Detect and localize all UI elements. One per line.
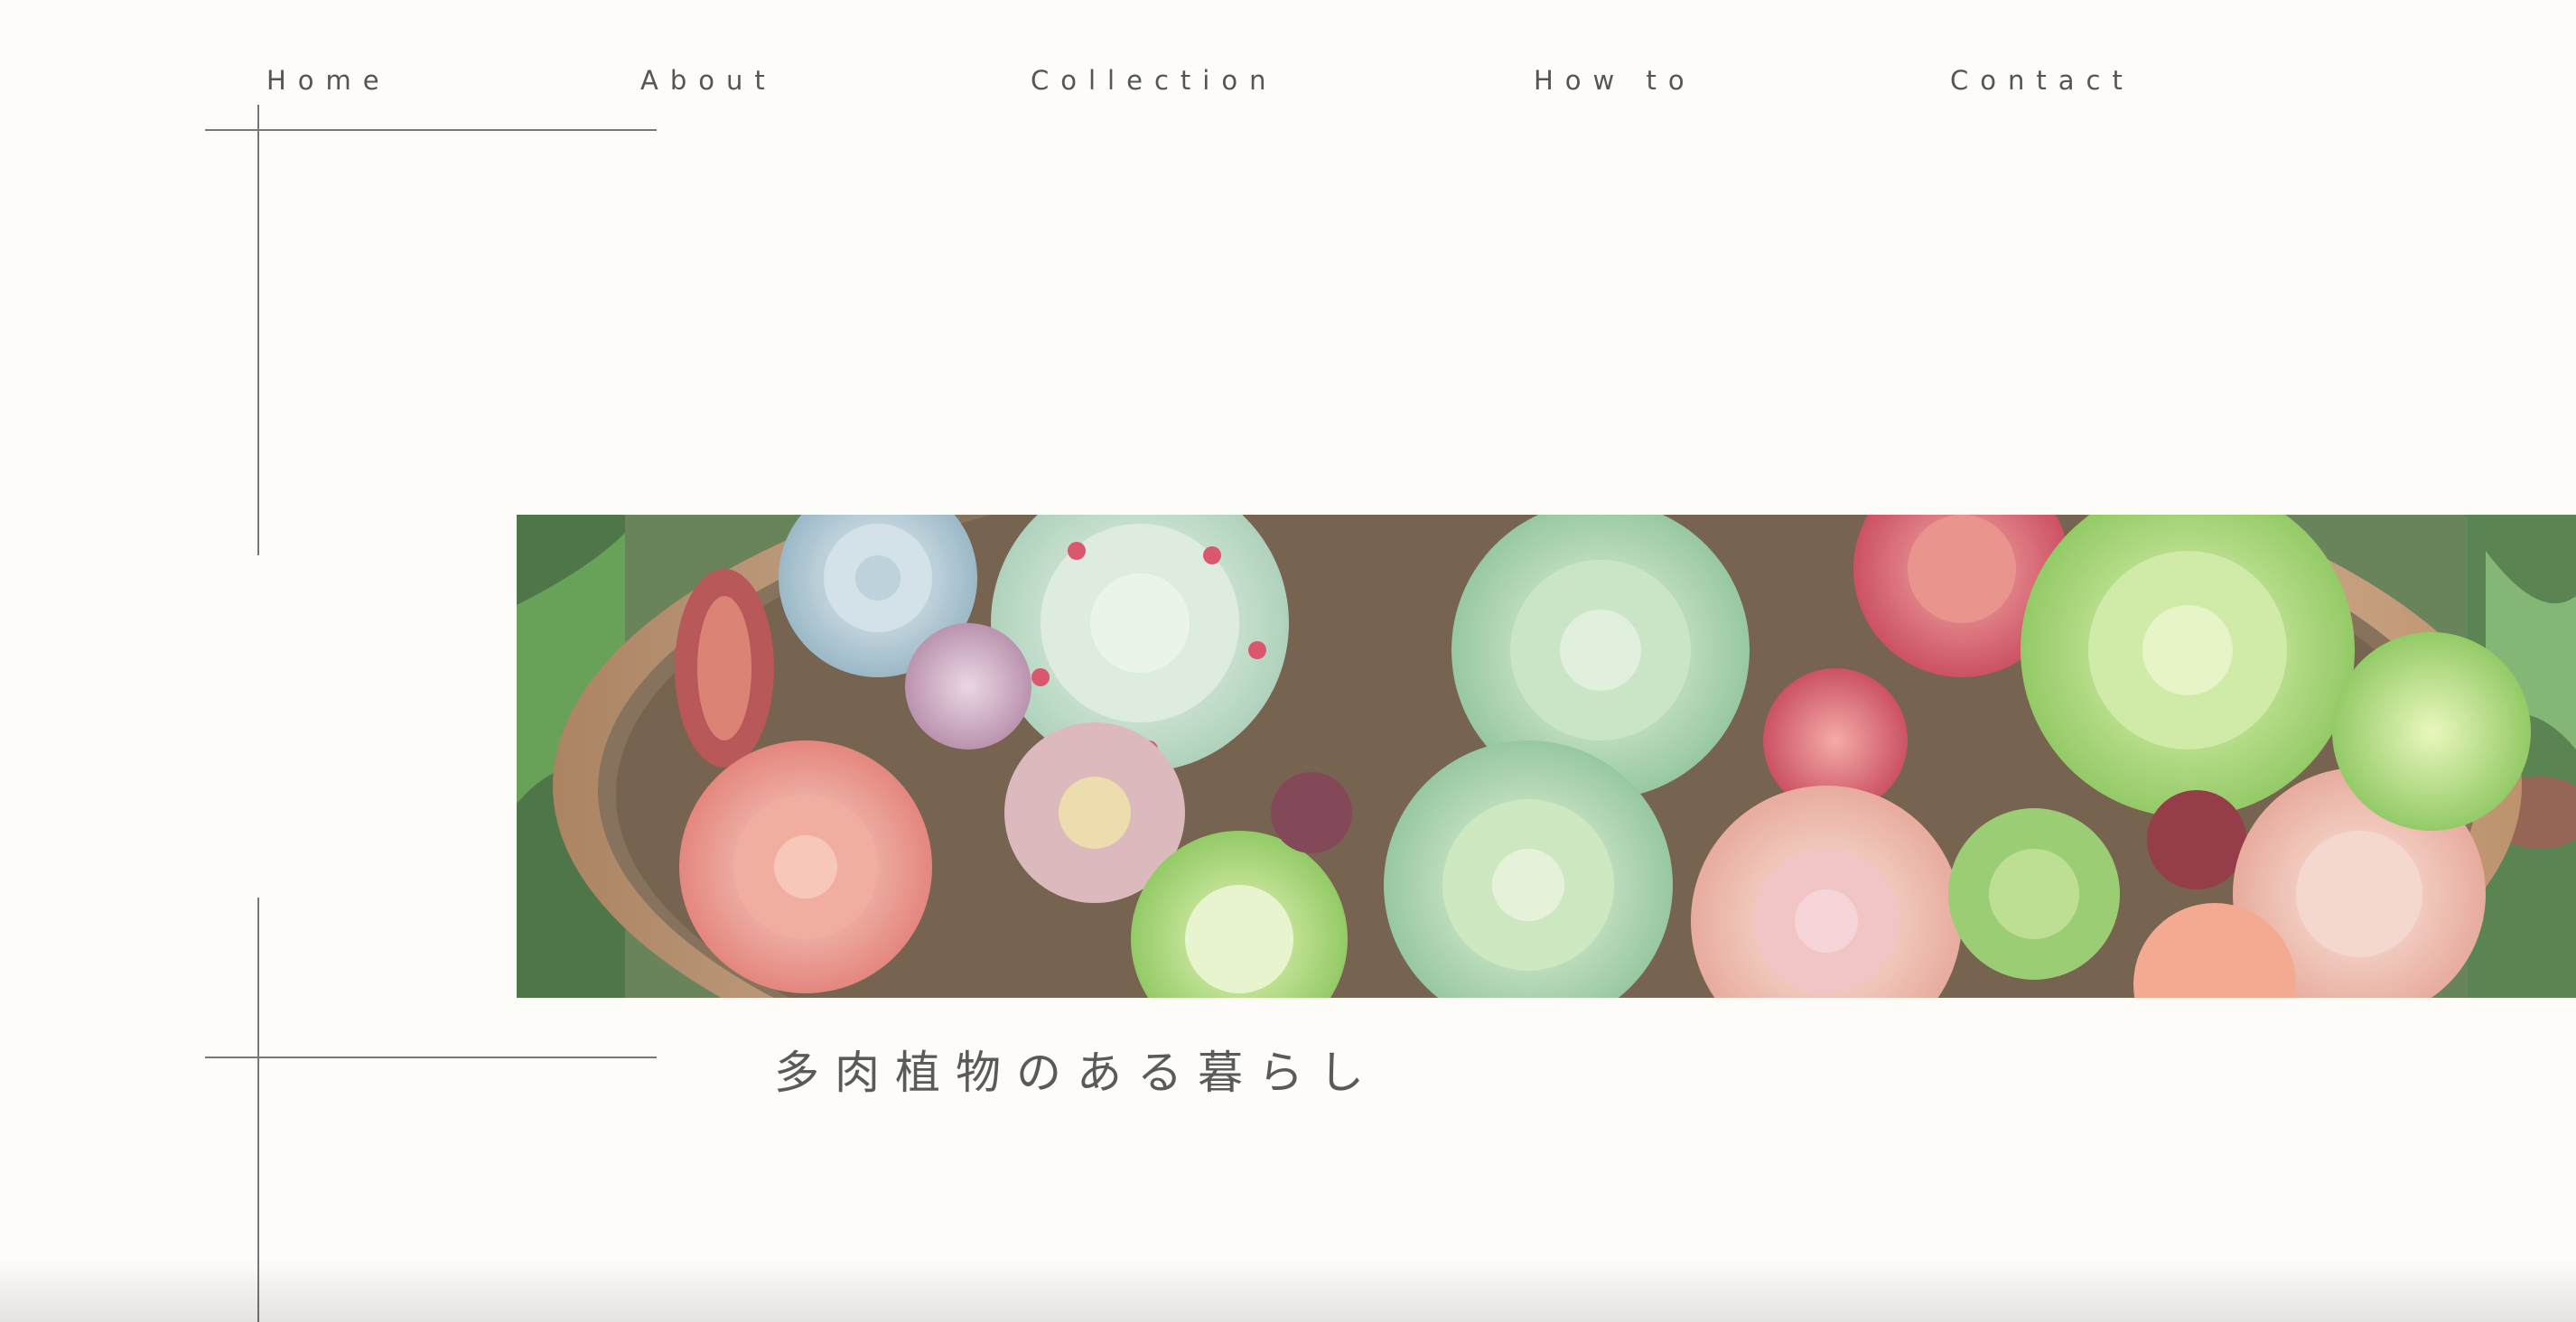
bottom-horizontal-divider (205, 1057, 657, 1058)
main-nav: Home About Collection How to Contact (0, 0, 2576, 126)
succulent-arrangement-photo (517, 515, 2576, 998)
nav-how-to-link[interactable]: How to (1534, 65, 1696, 96)
top-horizontal-divider (205, 129, 657, 131)
nav-about-link[interactable]: About (640, 65, 777, 96)
nav-collection-link[interactable]: Collection (1031, 65, 1277, 96)
tagline: 多肉植物のある暮らし (774, 1047, 1379, 1099)
nav-home-link[interactable]: Home (266, 65, 391, 96)
top-vertical-divider (257, 105, 259, 555)
bottom-shadow (0, 1259, 2576, 1322)
nav-contact-link[interactable]: Contact (1950, 65, 2134, 96)
hero-image (517, 515, 2576, 998)
